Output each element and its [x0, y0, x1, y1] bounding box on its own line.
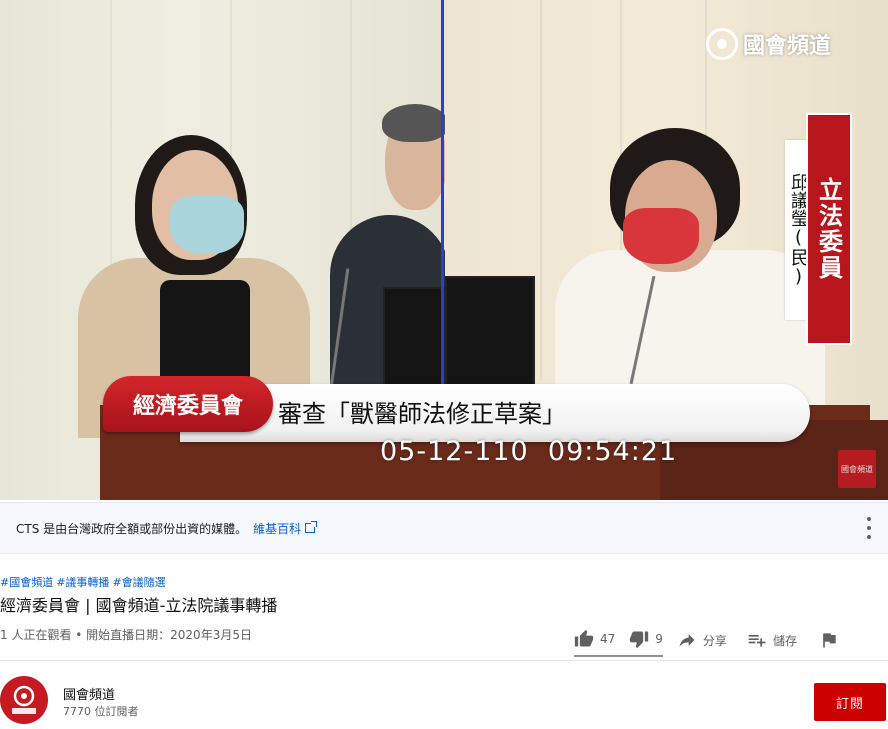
action-bar: 47 9 分享 儲存: [574, 624, 839, 657]
info-panel-text: CTS 是由台灣政府全額或部份出資的媒體。: [16, 521, 248, 536]
channel-name[interactable]: 國會頻道: [63, 684, 115, 703]
like-count: 47: [600, 632, 616, 646]
dislike-button[interactable]: 9: [629, 629, 663, 649]
committee-label: 經濟委員會: [103, 376, 273, 432]
wikipedia-link[interactable]: 維基百科: [253, 520, 318, 537]
mini-logo-icon: 國會頻道: [838, 450, 876, 488]
thumbs-up-icon: [574, 629, 594, 647]
flower-logo-icon: [12, 685, 36, 714]
external-link-icon: [305, 521, 318, 533]
video-player[interactable]: 國會頻道 邱議瑩(民) 立法委員 審查「獸醫師法修正草案」 經濟委員會 05-1…: [0, 0, 888, 500]
share-icon: [679, 634, 695, 647]
report-button[interactable]: [819, 630, 839, 650]
video-title: 經濟委員會 | 國會頻道-立法院議事轉播: [0, 596, 278, 615]
share-button[interactable]: 分享: [677, 630, 727, 650]
subscriber-count: 7770 位訂閱者: [63, 705, 139, 718]
like-button[interactable]: 47: [574, 629, 615, 649]
hashtags: #國會頻道 #議事轉播 #會議隨選: [0, 574, 166, 590]
hashtag-link[interactable]: #會議隨選: [112, 574, 165, 590]
watermark-text: 國會頻道: [743, 34, 832, 59]
thumbs-down-icon: [630, 631, 649, 649]
flag-icon: [823, 633, 836, 648]
agenda-text: 審查「獸醫師法修正草案」: [278, 400, 566, 428]
wikipedia-link-label[interactable]: 維基百科: [253, 520, 301, 537]
channel-watermark: 國會頻道: [706, 28, 831, 60]
hashtag-link[interactable]: #國會頻道: [0, 574, 53, 590]
channel-avatar[interactable]: [0, 676, 48, 724]
more-options-icon[interactable]: [866, 517, 872, 539]
divider: [0, 660, 888, 661]
subscribe-button[interactable]: 訂閱: [814, 683, 886, 721]
legislator-title: 立法委員: [806, 113, 852, 345]
playlist-add-icon: [748, 635, 766, 647]
save-button[interactable]: 儲存: [747, 630, 797, 650]
video-meta: 1 人正在觀看 • 開始直播日期：2020年3月5日: [0, 628, 252, 642]
flower-logo-icon: [706, 28, 738, 60]
save-label: 儲存: [772, 633, 797, 648]
dislike-count: 9: [655, 632, 663, 646]
like-dislike-group: 47 9: [574, 629, 663, 657]
timecode: 05-12-110 09:54:21: [380, 436, 678, 467]
hashtag-link[interactable]: #議事轉播: [56, 574, 109, 590]
info-panel: CTS 是由台灣政府全額或部份出資的媒體。 維基百科: [0, 502, 888, 554]
share-label: 分享: [702, 633, 727, 648]
